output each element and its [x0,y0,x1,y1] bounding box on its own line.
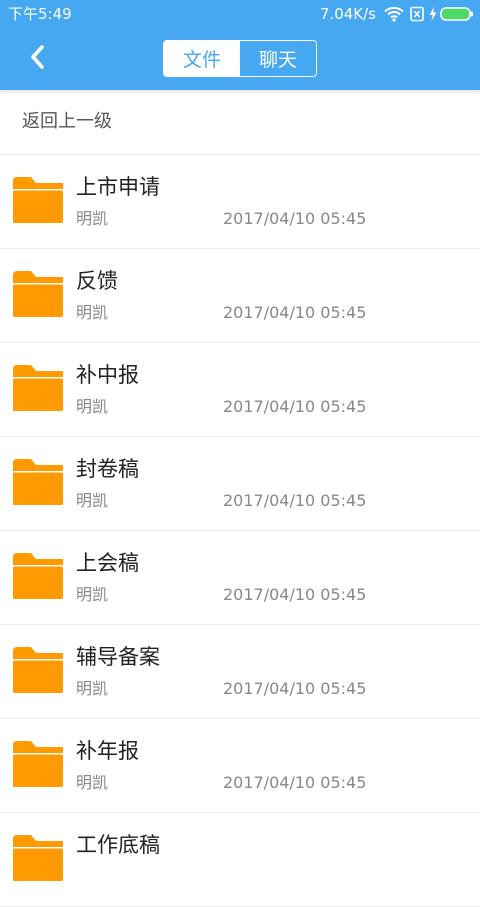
chevron-left-icon [28,44,48,74]
segmented-control: 文件 聊天 [163,40,317,77]
file-row[interactable]: 封卷稿明凯 2017/04/10 05:45 [0,437,480,531]
file-date: 2017/04/10 05:45 [223,679,367,698]
file-owner: 明凯 [76,679,109,698]
file-row[interactable]: 补年报明凯 2017/04/10 05:45 [0,719,480,813]
file-row[interactable]: 上市申请明凯 2017/04/10 05:45 [0,155,480,249]
network-speed: 7.04K/s [319,5,376,23]
tab-chat[interactable]: 聊天 [240,41,316,76]
file-row[interactable]: 补中报明凯 2017/04/10 05:45 [0,343,480,437]
file-name: 封卷稿 [76,457,139,481]
file-owner: 明凯 [76,397,109,416]
file-row[interactable]: 工作底稿 [0,813,480,907]
file-owner: 明凯 [76,209,109,228]
file-date: 2017/04/10 05:45 [223,773,367,792]
file-row[interactable]: 反馈明凯 2017/04/10 05:45 [0,249,480,343]
file-date: 2017/04/10 05:45 [223,397,367,416]
lightning-icon [429,7,437,21]
folder-icon [13,365,63,411]
status-bar: 下午5:49 7.04K/s [0,0,480,28]
status-time: 下午5:49 [8,5,72,23]
wifi-icon [384,6,404,22]
folder-icon [13,271,63,317]
file-name: 反馈 [76,269,118,293]
toolbar: 文件 聊天 [0,28,480,90]
file-date: 2017/04/10 05:45 [223,585,367,604]
file-name: 辅导备案 [76,645,160,669]
battery-icon [440,6,474,22]
file-owner: 明凯 [76,585,109,604]
file-row[interactable]: 上会稿明凯 2017/04/10 05:45 [0,531,480,625]
file-date: 2017/04/10 05:45 [223,209,367,228]
file-date: 2017/04/10 05:45 [223,303,367,322]
up-level-row[interactable]: 返回上一级 [0,90,480,155]
folder-icon [13,741,63,787]
folder-icon [13,647,63,693]
file-name: 工作底稿 [76,833,160,857]
file-owner: 明凯 [76,303,109,322]
file-owner: 明凯 [76,773,109,792]
file-name: 补中报 [76,363,139,387]
file-row[interactable]: 辅导备案明凯 2017/04/10 05:45 [0,625,480,719]
back-button[interactable] [20,41,56,77]
app-header: 下午5:49 7.04K/s 文件 聊天 [0,0,480,90]
folder-icon [13,177,63,223]
file-name: 上市申请 [76,175,160,199]
file-name: 上会稿 [76,551,139,575]
no-sim-icon [410,6,424,22]
up-level-label: 返回上一级 [22,111,112,132]
file-date: 2017/04/10 05:45 [223,491,367,510]
tab-files[interactable]: 文件 [164,41,240,76]
file-list: 上市申请 明凯 2017/04/10 05:45 反馈 明凯 2017/04/10 05:… [0,155,480,907]
folder-icon [13,459,63,505]
folder-icon [13,835,63,881]
file-owner: 明凯 [76,491,109,510]
file-name: 补年报 [76,739,139,763]
folder-icon [13,553,63,599]
status-indicators: 7.04K/s [320,3,474,25]
